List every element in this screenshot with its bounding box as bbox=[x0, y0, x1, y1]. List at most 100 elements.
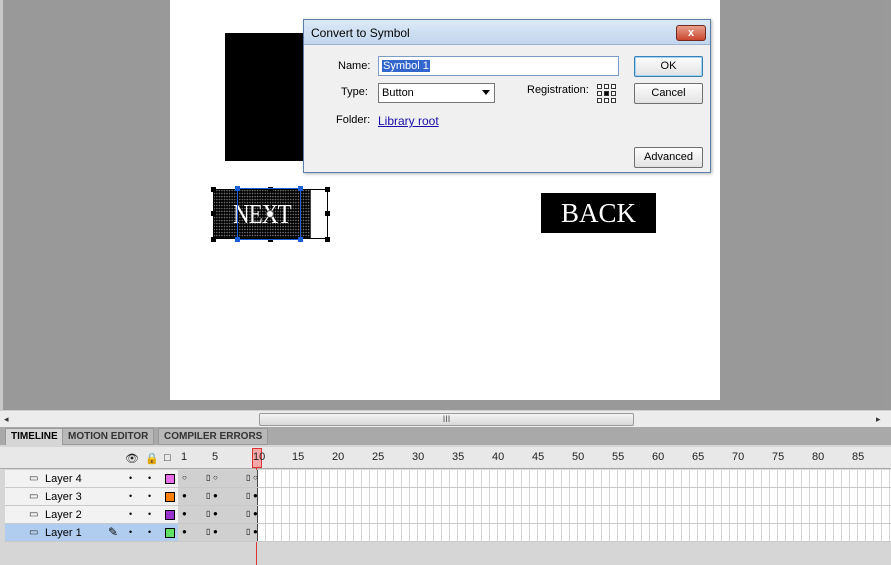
registration-cell[interactable] bbox=[604, 84, 609, 89]
keyframe-icon[interactable]: ● bbox=[213, 491, 218, 500]
tab-compiler-errors[interactable]: COMPILER ERRORS bbox=[158, 428, 269, 445]
layer-page-icon: ▭ bbox=[29, 473, 39, 484]
back-button-graphic[interactable]: BACK bbox=[541, 193, 656, 233]
frames-row[interactable]: ● ▯ ● ▯ ● bbox=[178, 524, 891, 542]
tab-motion-editor[interactable]: MOTION EDITOR bbox=[62, 428, 155, 445]
registration-cell-selected[interactable] bbox=[604, 91, 609, 96]
name-label: Name: bbox=[338, 60, 371, 72]
registration-cell[interactable] bbox=[611, 84, 616, 89]
lock-dot-icon[interactable]: • bbox=[148, 473, 151, 483]
selection-handle[interactable] bbox=[211, 237, 216, 242]
selection-handle[interactable] bbox=[211, 187, 216, 192]
registration-cell[interactable] bbox=[604, 98, 609, 103]
layer-row-4[interactable]: ▭ Layer 4 • • bbox=[5, 470, 178, 488]
registration-grid[interactable] bbox=[597, 84, 616, 103]
lock-dot-icon[interactable]: • bbox=[148, 491, 151, 501]
layer-color-swatch[interactable] bbox=[165, 510, 175, 520]
registration-point bbox=[266, 210, 274, 218]
frame-end-icon: ▯ bbox=[206, 491, 211, 500]
visibility-dot-icon[interactable]: • bbox=[129, 509, 132, 519]
folder-label: Folder: bbox=[336, 114, 371, 126]
visibility-dot-icon[interactable]: • bbox=[129, 527, 132, 537]
cancel-button[interactable]: Cancel bbox=[634, 83, 703, 104]
close-button[interactable]: x bbox=[676, 25, 706, 41]
frame-end-icon: ▯ bbox=[246, 491, 251, 500]
chevron-down-icon[interactable] bbox=[482, 90, 490, 95]
keyframe-icon[interactable]: ● bbox=[182, 527, 187, 536]
selection-handle[interactable] bbox=[325, 211, 330, 216]
frame-number: 35 bbox=[452, 451, 465, 463]
registration-label: Registration: bbox=[527, 84, 589, 96]
layer-row-3[interactable]: ▭ Layer 3 • • bbox=[5, 488, 178, 506]
lock-icon[interactable]: 🔒 bbox=[145, 452, 159, 465]
lock-dot-icon[interactable]: • bbox=[148, 527, 151, 537]
advanced-button[interactable]: Advanced bbox=[634, 147, 703, 168]
layer-name[interactable]: Layer 4 bbox=[45, 473, 82, 485]
layer-name[interactable]: Layer 2 bbox=[45, 509, 82, 521]
frame-number: 50 bbox=[572, 451, 585, 463]
layer-name[interactable]: Layer 1 bbox=[45, 527, 82, 539]
frame-number: 45 bbox=[532, 451, 545, 463]
scrollbar-thumb[interactable]: III bbox=[259, 413, 634, 426]
layer-color-swatch[interactable] bbox=[165, 474, 175, 484]
layer-row-2[interactable]: ▭ Layer 2 • • bbox=[5, 506, 178, 524]
scroll-left-arrow-icon[interactable]: ◂ bbox=[4, 414, 9, 425]
registration-cell[interactable] bbox=[597, 84, 602, 89]
visibility-dot-icon[interactable]: • bbox=[129, 473, 132, 483]
scroll-right-arrow-icon[interactable]: ▸ bbox=[876, 414, 881, 425]
blank-keyframe-icon[interactable]: ○ bbox=[182, 473, 187, 482]
frame-end-icon: ▯ bbox=[246, 509, 251, 518]
selection-handle[interactable] bbox=[211, 211, 216, 216]
eye-icon[interactable]: 👁 bbox=[125, 452, 139, 465]
layer-color-swatch[interactable] bbox=[165, 528, 175, 538]
layer-row-1[interactable]: ▭ Layer 1 ✎ • • bbox=[5, 524, 178, 542]
registration-cell[interactable] bbox=[611, 91, 616, 96]
keyframe-icon[interactable]: ● bbox=[253, 527, 258, 536]
frames-row[interactable]: ● ▯ ● ▯ ● bbox=[178, 488, 891, 506]
blank-keyframe-icon[interactable]: ○ bbox=[253, 473, 258, 482]
registration-cell[interactable] bbox=[597, 98, 602, 103]
keyframe-icon[interactable]: ● bbox=[182, 509, 187, 518]
selection-handle[interactable] bbox=[325, 237, 330, 242]
library-root-link[interactable]: Library root bbox=[378, 114, 439, 128]
text-bounds-handle[interactable] bbox=[298, 186, 303, 191]
frame-end-icon: ▯ bbox=[246, 527, 251, 536]
blank-keyframe-icon[interactable]: ○ bbox=[213, 473, 218, 482]
name-input-value[interactable]: Symbol 1 bbox=[382, 60, 430, 72]
text-bounds-handle[interactable] bbox=[235, 186, 240, 191]
registration-cell[interactable] bbox=[597, 91, 602, 96]
keyframe-icon[interactable]: ● bbox=[182, 491, 187, 500]
keyframe-icon[interactable]: ● bbox=[253, 509, 258, 518]
lock-dot-icon[interactable]: • bbox=[148, 509, 151, 519]
convert-to-symbol-dialog: Convert to Symbol x Name: Symbol 1 Type:… bbox=[303, 19, 711, 173]
frame-number: 40 bbox=[492, 451, 505, 463]
frame-number: 20 bbox=[332, 451, 345, 463]
vertical-scrollbar[interactable] bbox=[884, 0, 891, 410]
outline-icon[interactable]: □ bbox=[164, 452, 171, 464]
frames-row[interactable]: ● ▯ ● ▯ ● bbox=[178, 506, 891, 524]
tab-timeline[interactable]: TIMELINE bbox=[5, 428, 64, 445]
layer-color-swatch[interactable] bbox=[165, 492, 175, 502]
ok-button[interactable]: OK bbox=[634, 56, 703, 77]
symbol-type-select[interactable]: Button bbox=[378, 83, 495, 103]
text-bounds-line bbox=[237, 239, 301, 240]
selection-handle[interactable] bbox=[325, 187, 330, 192]
visibility-dot-icon[interactable]: • bbox=[129, 491, 132, 501]
symbol-name-input[interactable]: Symbol 1 bbox=[378, 56, 619, 76]
text-bounds-handle[interactable] bbox=[298, 237, 303, 242]
horizontal-scrollbar[interactable]: ◂ III ▸ bbox=[0, 410, 891, 427]
keyframe-icon[interactable]: ● bbox=[213, 527, 218, 536]
text-bounds-line bbox=[237, 188, 238, 240]
dialog-titlebar[interactable]: Convert to Symbol x bbox=[304, 20, 710, 45]
keyframe-icon[interactable]: ● bbox=[253, 491, 258, 500]
layer-name[interactable]: Layer 3 bbox=[45, 491, 82, 503]
type-select-value: Button bbox=[382, 87, 414, 99]
registration-cell[interactable] bbox=[611, 98, 616, 103]
frames-row[interactable]: ○ ▯ ○ ▯ ○ bbox=[178, 470, 891, 488]
keyframe-icon[interactable]: ● bbox=[213, 509, 218, 518]
frame-number: 1 bbox=[181, 451, 188, 463]
layer-page-icon: ▭ bbox=[29, 527, 39, 538]
dialog-title: Convert to Symbol bbox=[311, 26, 410, 40]
frame-number: 25 bbox=[372, 451, 385, 463]
text-bounds-handle[interactable] bbox=[235, 237, 240, 242]
